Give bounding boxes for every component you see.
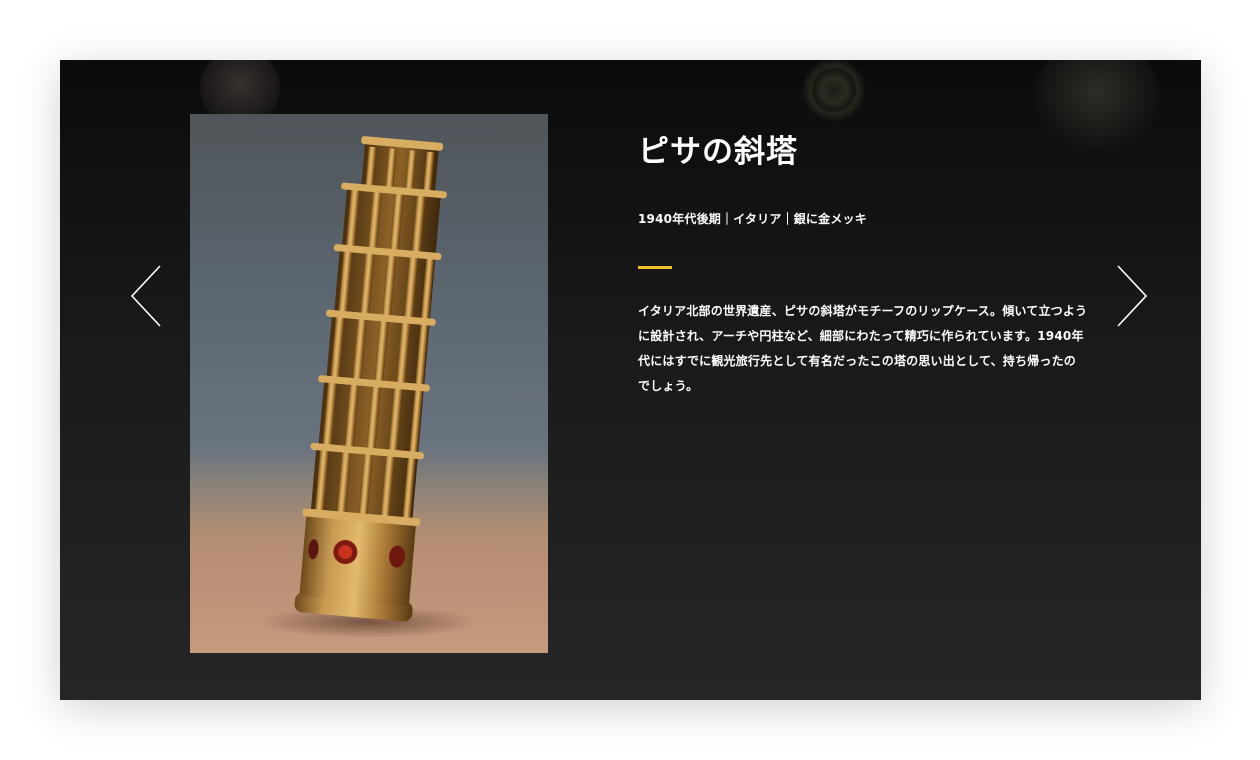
prev-slide-button[interactable]: [128, 264, 168, 328]
slide-info: ピサの斜塔 1940年代後期｜イタリア｜銀に金メッキ イタリア北部の世界遺産、ピ…: [638, 132, 1088, 411]
slide-title: ピサの斜塔: [638, 134, 798, 170]
background-coin-decoration: [802, 60, 866, 122]
accent-divider: [638, 266, 672, 269]
chevron-left-icon: [130, 265, 161, 327]
slide-description: イタリア北部の世界遺産、ピサの斜塔がモチーフのリップケース。傾いて立つように設計…: [638, 304, 1088, 393]
product-photo: [190, 114, 548, 653]
slide-meta: 1940年代後期｜イタリア｜銀に金メッキ: [638, 212, 867, 226]
next-slide-button[interactable]: [1110, 264, 1150, 328]
leaning-tower-lipcase-image: [258, 136, 478, 638]
slider-stage: ピサの斜塔 1940年代後期｜イタリア｜銀に金メッキ イタリア北部の世界遺産、ピ…: [60, 60, 1201, 700]
chevron-right-icon: [1117, 265, 1148, 327]
